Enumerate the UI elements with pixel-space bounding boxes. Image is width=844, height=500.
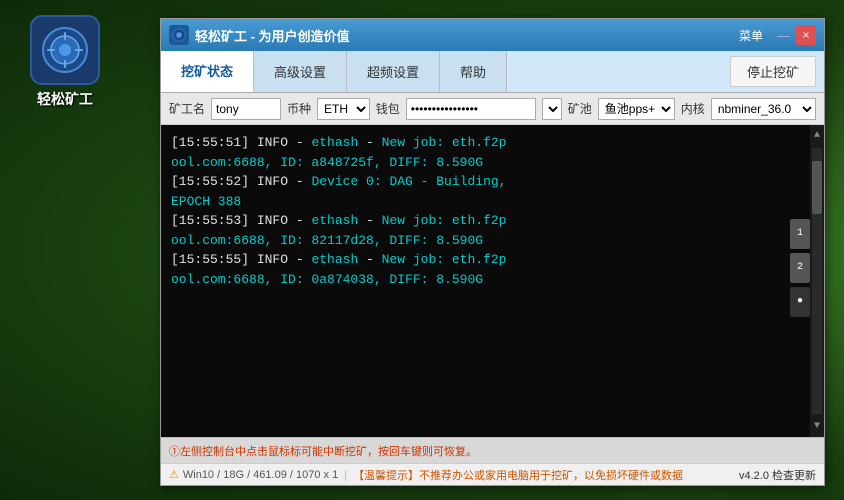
close-button[interactable]: × [796,25,816,45]
console-line-4b: ool.com:6688, ID: 0a874038, DIFF: 8.590G [171,270,804,290]
wallet-label: 钱包 [376,100,400,117]
console-line-1: [15:55:51] INFO - ethash - New job: eth.… [171,133,804,153]
warning-icon: ⚠ [169,468,179,481]
pool-label: 矿池 [568,100,592,117]
nav-spacer [507,51,722,92]
coin-label: 币种 [287,100,311,117]
console-scrollbar[interactable]: ▲ ▼ [810,125,824,437]
tab-advanced[interactable]: 高级设置 [254,51,347,92]
console-line-3b: ool.com:6688, ID: 82117d28, DIFF: 8.590G [171,231,804,251]
side-btn-3[interactable]: ● [790,287,810,317]
stop-mining-button[interactable]: 停止挖矿 [730,56,816,87]
menu-button[interactable]: 菜单 [731,25,771,46]
miner-name-label: 矿工名 [169,100,205,117]
app-name-label: 轻松矿工 [37,89,93,109]
app-icon [30,15,100,85]
wallet-input[interactable] [406,98,536,120]
title-separator: — [777,28,790,43]
tab-mining-status[interactable]: 挖矿状态 [161,51,254,92]
system-info: Win10 / 18G / 461.09 / 1070 x 1 [183,469,338,481]
scroll-down[interactable]: ▼ [811,416,823,437]
console-line-2: [15:55:52] INFO - Device 0: DAG - Buildi… [171,172,804,192]
console-line-3: [15:55:53] INFO - ethash - New job: eth.… [171,211,804,231]
config-bar: 矿工名 币种 ETH 钱包 矿池 鱼池pps+ 内核 nbminer_36.0 [161,93,824,125]
core-select[interactable]: nbminer_36.0 [711,98,816,120]
coin-select[interactable]: ETH [317,98,370,120]
version-label[interactable]: v4.2.0 检查更新 [739,467,816,483]
wallet-dropdown[interactable] [542,98,562,120]
warning-text: 【温馨提示】不推荐办公或家用电脑用于挖矿，以免损坏硬件或数据 [353,467,683,483]
scroll-up[interactable]: ▲ [811,125,823,146]
app-title-icon [169,25,189,45]
title-bar: 轻松矿工 - 为用户创造价值 菜单 — × [161,19,824,51]
scroll-thumb[interactable] [812,161,822,214]
nav-bar: 挖矿状态 高级设置 超频设置 帮助 停止挖矿 [161,51,824,93]
status-bar: ①左侧控制台中点击鼠标标可能中断挖矿，按回车键则可恢复。 [161,437,824,463]
pool-select[interactable]: 鱼池pps+ [598,98,675,120]
console-line-1b: ool.com:6688, ID: a848725f, DIFF: 8.590G [171,153,804,173]
scroll-track [812,148,822,414]
app-icon-area: 轻松矿工 [30,15,100,109]
core-label: 内核 [681,100,705,117]
main-window: 轻松矿工 - 为用户创造价值 菜单 — × 挖矿状态 高级设置 超频设置 帮助 … [160,18,825,486]
window-title: 轻松矿工 - 为用户创造价值 [195,26,731,45]
status-hint: ①左侧控制台中点击鼠标标可能中断挖矿，按回车键则可恢复。 [169,443,477,459]
side-btn-1[interactable]: 1 [790,219,810,249]
tab-help[interactable]: 帮助 [440,51,507,92]
tab-super[interactable]: 超频设置 [347,51,440,92]
title-bar-controls: 菜单 — × [731,25,816,46]
bottom-warning-bar: ⚠ Win10 / 18G / 461.09 / 1070 x 1 | 【温馨提… [161,463,824,485]
console-area: [15:55:51] INFO - ethash - New job: eth.… [161,125,824,437]
side-btn-2[interactable]: 2 [790,253,810,283]
miner-name-input[interactable] [211,98,281,120]
console-line-2b: EPOCH 388 [171,192,804,212]
console-line-4: [15:55:55] INFO - ethash - New job: eth.… [171,250,804,270]
side-buttons: 1 2 ● [790,219,810,317]
